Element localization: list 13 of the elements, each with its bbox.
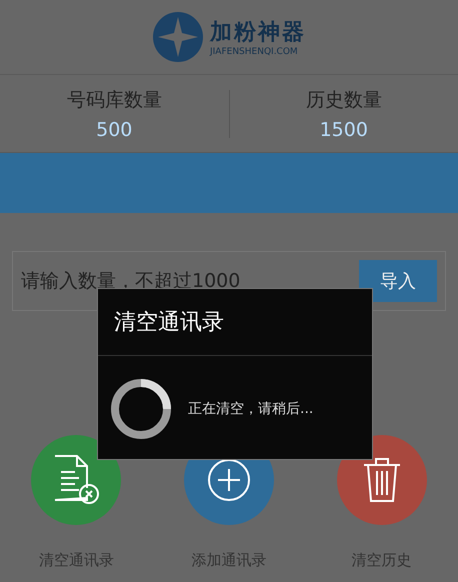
dialog-title: 清空通讯录 bbox=[98, 289, 372, 356]
import-button[interactable]: 导入 bbox=[359, 260, 437, 302]
stat-label: 号码库数量 bbox=[66, 88, 162, 112]
logo-title: 加粉神器 bbox=[210, 19, 306, 47]
add-icon bbox=[206, 458, 251, 502]
stat-value: 500 bbox=[96, 118, 132, 140]
dialog-message: 正在清空，请稍后... bbox=[188, 400, 314, 418]
stat-value: 1500 bbox=[320, 118, 368, 140]
trash-icon bbox=[362, 457, 402, 503]
logo-subtitle: JIAFENSHENQI.COM bbox=[210, 47, 299, 57]
stat-label: 历史数量 bbox=[306, 88, 382, 112]
loading-spinner-icon bbox=[110, 378, 172, 440]
logo-icon bbox=[152, 11, 204, 63]
